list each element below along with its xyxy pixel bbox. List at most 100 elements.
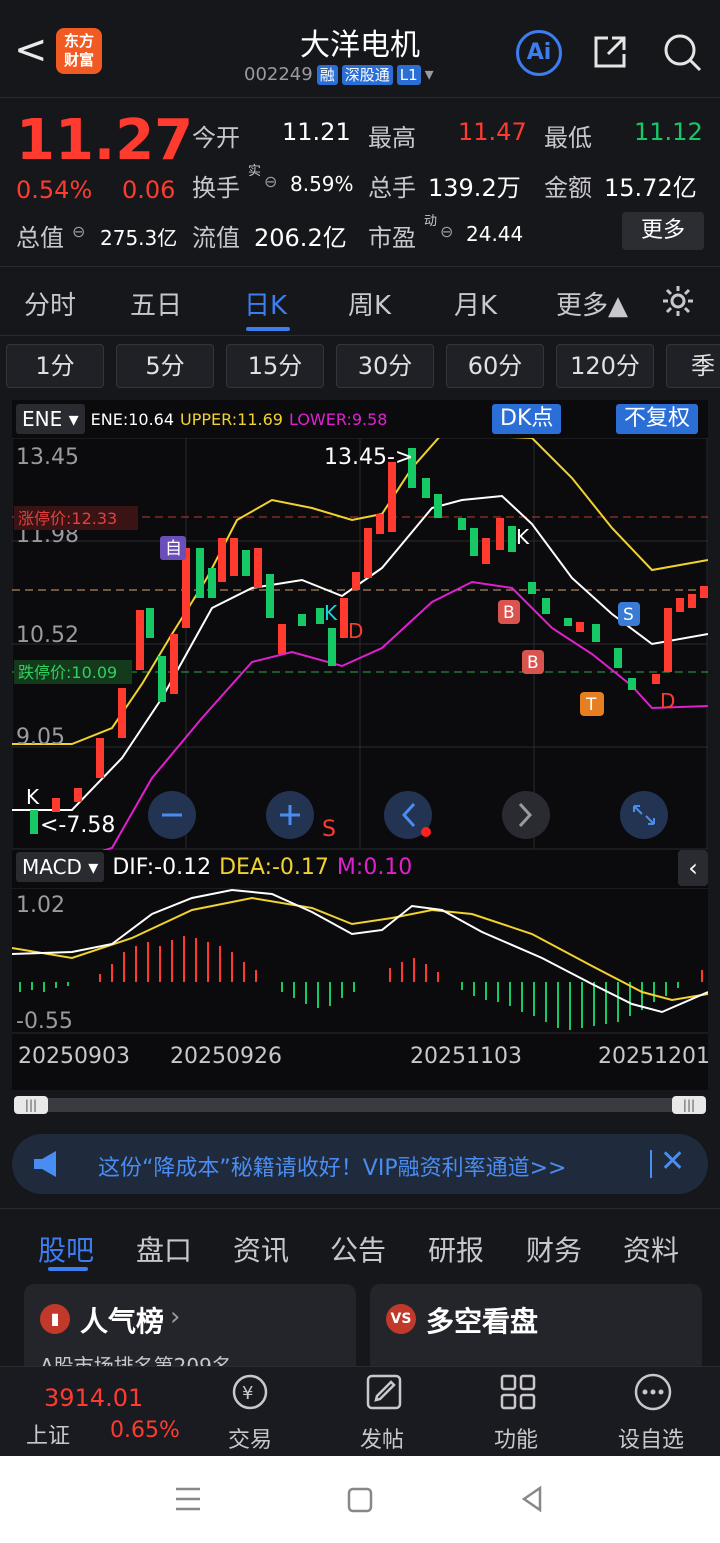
amount-value: 15.72亿 <box>604 174 697 202</box>
tab-intraday[interactable]: 分时 <box>24 285 76 322</box>
chevron-right-icon: › <box>170 1302 181 1332</box>
float-label: 流值 <box>192 224 240 252</box>
b-tag: B <box>527 653 539 673</box>
tab-guba[interactable]: 股吧 <box>38 1229 94 1269</box>
tab-more[interactable]: 更多▲ <box>556 285 628 322</box>
period-quarter[interactable]: 季 <box>666 344 720 388</box>
info-icon[interactable]: ⊖ <box>264 172 277 191</box>
no-adjust-button[interactable]: 不复权 <box>616 404 699 434</box>
low-label: 最低 <box>544 124 592 152</box>
y-label: 9.05 <box>16 725 65 750</box>
tab-five-day[interactable]: 五日 <box>130 285 182 322</box>
range-handle-right[interactable]: ||| <box>672 1096 706 1114</box>
dea-value: DEA:-0.17 <box>219 854 329 880</box>
d-marker: D <box>660 689 675 713</box>
nav-functions[interactable]: 功能 <box>494 1422 538 1454</box>
svg-text:¥: ¥ <box>242 1383 253 1404</box>
collapse-panel-button[interactable]: ‹ <box>678 850 708 886</box>
fullscreen-button <box>620 791 668 839</box>
period-15min[interactable]: 15分 <box>226 344 324 388</box>
more-button[interactable]: 更多 <box>622 212 704 250</box>
mktcap-value: 275.3亿 <box>100 226 178 250</box>
limit-up-label: 涨停价:12.33 <box>18 509 117 528</box>
info-icon[interactable]: ⊖ <box>72 222 85 241</box>
tab-finance[interactable]: 财务 <box>526 1229 582 1269</box>
popularity-title: 人气榜 <box>80 1305 165 1338</box>
menu-icon[interactable] <box>172 1484 204 1514</box>
megaphone-icon <box>34 1151 56 1177</box>
dk-point-button[interactable]: DK点 <box>492 404 562 434</box>
ai-button[interactable]: Ai <box>516 30 562 76</box>
y-label: 13.45 <box>16 445 79 470</box>
m-value: M:0.10 <box>336 854 413 880</box>
caret-down-icon: ▾ <box>424 64 434 85</box>
active-tab-indicator <box>246 327 290 331</box>
nav-post[interactable]: 发帖 <box>360 1422 404 1454</box>
chart-range-scrollbar[interactable] <box>16 1098 704 1112</box>
date-label: 20251201 <box>598 1044 710 1069</box>
macd-y-top: 1.02 <box>16 893 65 918</box>
upper-value: UPPER:11.69 <box>180 409 283 429</box>
vs-icon: VS <box>386 1304 416 1334</box>
period-120min[interactable]: 120分 <box>556 344 654 388</box>
back-nav-icon[interactable] <box>518 1484 546 1514</box>
compose-icon[interactable] <box>364 1372 404 1412</box>
bull-bear-card[interactable]: VS 多空看盘 <box>370 1284 702 1374</box>
tab-pankou[interactable]: 盘口 <box>136 1229 192 1269</box>
tab-research[interactable]: 研报 <box>428 1229 484 1269</box>
dif-value: DIF:-0.12 <box>112 854 212 880</box>
macd-name: MACD <box>22 855 82 879</box>
d-marker: D <box>348 619 363 643</box>
ene-value: ENE:10.64 <box>90 409 175 429</box>
dea-line <box>12 896 708 1002</box>
tab-announcements[interactable]: 公告 <box>330 1229 386 1269</box>
float-value: 206.2亿 <box>254 224 347 252</box>
main-indicator-bar: ENE ▾ ENE:10.64 UPPER:11.69 LOWER:9.58 <box>16 404 387 434</box>
period-1min[interactable]: 1分 <box>6 344 104 388</box>
period-5min[interactable]: 5分 <box>116 344 214 388</box>
chart-type-tabs: 分时 五日 日K 周K 月K 更多▲ <box>0 266 720 336</box>
macd-select[interactable]: MACD ▾ <box>16 852 105 882</box>
last-price: 11.27 <box>16 108 194 173</box>
nav-add-watchlist[interactable]: 设自选 <box>618 1422 684 1454</box>
content-tab-indicator <box>48 1267 88 1271</box>
tab-weekly-k[interactable]: 周K <box>348 285 391 322</box>
stock-code-row[interactable]: 002249 融 深股通 L1 ▾ <box>244 64 434 85</box>
macd-svg[interactable]: 1.02 -0.55 <box>12 888 708 1034</box>
date-label: 20250903 <box>18 1044 130 1069</box>
range-handle-left[interactable]: ||| <box>14 1096 48 1114</box>
more-dots-icon[interactable] <box>632 1372 674 1412</box>
tab-news[interactable]: 资讯 <box>233 1229 289 1269</box>
settings-gear-icon[interactable] <box>660 283 696 319</box>
pe-value: 24.44 <box>466 222 524 246</box>
candles <box>30 448 708 834</box>
volume-label: 总手 <box>368 174 416 202</box>
date-label: 20251103 <box>410 1044 522 1069</box>
turnover-value: 8.59% <box>290 172 354 196</box>
home-icon[interactable] <box>346 1486 374 1514</box>
indicator-name: ENE <box>22 407 63 431</box>
index-value[interactable]: 3914.01 <box>44 1384 143 1412</box>
share-icon[interactable] <box>590 32 630 72</box>
nav-trade[interactable]: 交易 <box>228 1422 272 1454</box>
info-icon[interactable]: ⊖ <box>440 222 453 241</box>
amount-label: 金额 <box>544 174 592 202</box>
tab-profile[interactable]: 资料 <box>623 1229 679 1269</box>
period-60min[interactable]: 60分 <box>446 344 544 388</box>
low-value: 11.12 <box>634 118 703 146</box>
promo-text[interactable]: 这份“降成本”秘籍请收好！VIP融资利率通道>> <box>98 1150 566 1182</box>
turnover-label: 换手 <box>192 174 240 202</box>
apps-grid-icon[interactable] <box>498 1372 538 1412</box>
search-icon[interactable] <box>660 30 704 74</box>
close-icon[interactable]: ✕ <box>660 1144 685 1179</box>
period-30min[interactable]: 30分 <box>336 344 434 388</box>
tag-connect: 深股通 <box>341 64 393 85</box>
stock-code: 002249 <box>244 64 313 85</box>
indicator-select[interactable]: ENE ▾ <box>16 404 85 434</box>
tab-daily-k[interactable]: 日K <box>244 285 287 322</box>
high-value: 11.47 <box>458 118 527 146</box>
kline-svg[interactable]: 自 D D K K K B B S T S 13.45 11.98 10.52 … <box>12 438 708 850</box>
tab-monthly-k[interactable]: 月K <box>454 285 497 322</box>
popularity-card[interactable]: ▮ 人气榜 › A股市场排名第209名 <box>24 1284 356 1378</box>
trade-icon[interactable]: ¥ <box>228 1372 272 1412</box>
